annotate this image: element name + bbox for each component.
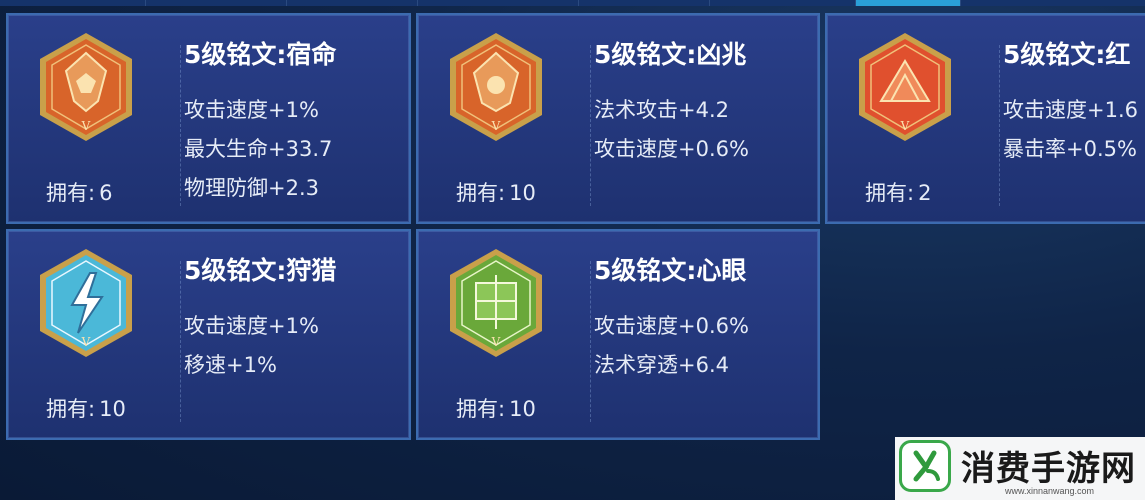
inscription-card[interactable]: V 5级铭文:红 攻击速度+1.6 暴击率+0.5% 拥有: 2	[825, 13, 1145, 224]
owned-label: 拥有:	[456, 397, 506, 421]
inscription-stats: 攻击速度+1% 移速+1%	[184, 307, 319, 385]
inscription-title: 5级铭文:凶兆	[594, 40, 747, 69]
inscription-stats: 法术攻击+4.2 攻击速度+0.6%	[594, 91, 749, 169]
owned-label: 拥有:	[865, 181, 915, 205]
inscription-card[interactable]: V 5级铭文:狩猎 攻击速度+1% 移速+1% 拥有: 10	[6, 229, 411, 440]
divider	[999, 45, 1000, 206]
owned-value: 10	[509, 397, 536, 421]
hunt-inscription-icon: V	[40, 249, 132, 357]
owned-label: 拥有:	[46, 397, 96, 421]
owned-label: 拥有:	[456, 181, 506, 205]
omen-inscription-icon: V	[450, 33, 542, 141]
divider	[590, 261, 591, 422]
svg-text:V: V	[900, 119, 910, 133]
svg-text:V: V	[491, 335, 501, 349]
owned-count: 拥有: 2	[865, 177, 931, 207]
tab-strip	[0, 0, 1145, 6]
owned-count: 拥有: 10	[456, 177, 536, 207]
red-inscription-icon: V	[859, 33, 951, 141]
svg-text:V: V	[81, 335, 91, 349]
divider	[180, 45, 181, 206]
watermark: 消费手游网 www.xinnanwang.com	[895, 437, 1145, 500]
owned-count: 拥有: 10	[456, 393, 536, 423]
stat-line: 攻击速度+0.6%	[594, 314, 749, 338]
svg-text:V: V	[491, 119, 501, 133]
fate-inscription-icon: V	[40, 33, 132, 141]
stat-line: 移速+1%	[184, 353, 277, 377]
watermark-name: 消费手游网	[961, 449, 1136, 489]
tab-segment[interactable]	[418, 0, 579, 6]
owned-count: 拥有: 6	[46, 177, 112, 207]
tab-segment-active[interactable]	[856, 0, 961, 6]
divider	[180, 261, 181, 422]
inscription-card[interactable]: V 5级铭文:宿命 攻击速度+1% 最大生命+33.7 物理防御+2.3 拥有:…	[6, 13, 411, 224]
svg-text:V: V	[81, 119, 91, 133]
watermark-url: www.xinnanwang.com	[1005, 486, 1095, 496]
inscription-card[interactable]: V 5级铭文:凶兆 法术攻击+4.2 攻击速度+0.6% 拥有: 10	[416, 13, 820, 224]
owned-value: 2	[918, 181, 932, 205]
stat-line: 最大生命+33.7	[184, 137, 333, 161]
inscription-title: 5级铭文:狩猎	[184, 256, 337, 285]
stat-line: 物理防御+2.3	[184, 176, 319, 200]
tab-segment[interactable]	[146, 0, 287, 6]
stat-line: 攻击速度+1.6	[1003, 98, 1138, 122]
tab-segment[interactable]	[0, 0, 146, 6]
mind-eye-inscription-icon: V	[450, 249, 542, 357]
watermark-logo-icon	[899, 440, 951, 492]
inscription-title: 5级铭文:红	[1003, 40, 1131, 69]
inscription-title: 5级铭文:宿命	[184, 40, 337, 69]
inscription-stats: 攻击速度+0.6% 法术穿透+6.4	[594, 307, 749, 385]
tab-segment[interactable]	[579, 0, 710, 6]
owned-label: 拥有:	[46, 181, 96, 205]
inscription-stats: 攻击速度+1% 最大生命+33.7 物理防御+2.3	[184, 91, 332, 208]
inscription-card[interactable]: V 5级铭文:心眼 攻击速度+0.6% 法术穿透+6.4 拥有: 10	[416, 229, 820, 440]
stat-line: 攻击速度+0.6%	[594, 137, 749, 161]
tab-segment[interactable]	[961, 0, 1145, 6]
stat-line: 法术穿透+6.4	[594, 353, 729, 377]
stat-line: 法术攻击+4.2	[594, 98, 729, 122]
owned-value: 10	[509, 181, 536, 205]
inscription-title: 5级铭文:心眼	[594, 256, 747, 285]
stat-line: 暴击率+0.5%	[1003, 137, 1137, 161]
inscription-stats: 攻击速度+1.6 暴击率+0.5%	[1003, 91, 1138, 169]
tab-segment[interactable]	[710, 0, 856, 6]
stat-line: 攻击速度+1%	[184, 98, 319, 122]
divider	[590, 45, 591, 206]
owned-value: 10	[99, 397, 126, 421]
stat-line: 攻击速度+1%	[184, 314, 319, 338]
owned-count: 拥有: 10	[46, 393, 126, 423]
owned-value: 6	[99, 181, 113, 205]
tab-segment[interactable]	[287, 0, 418, 6]
